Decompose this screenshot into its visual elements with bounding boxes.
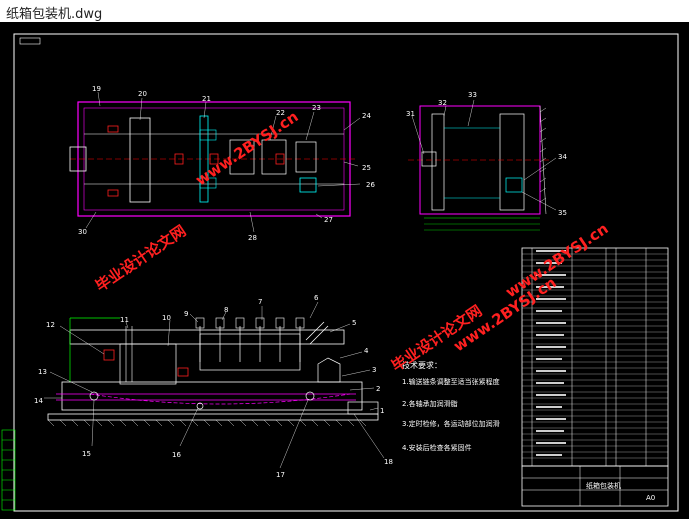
label-24: 24 [362,112,371,120]
left-strip-table [1,429,16,511]
label-15: 15 [82,450,91,458]
front-view-labels: 1 2 3 4 5 6 7 8 9 10 11 12 13 14 15 16 1… [34,294,393,479]
label-13: 13 [38,368,47,376]
label-21: 21 [202,95,211,103]
front-view [47,317,379,427]
note-3: 3.定时检修，各运动部位加润滑 [402,419,500,428]
label-9: 9 [184,310,188,318]
label-31: 31 [406,110,415,118]
technical-notes: 技术要求： 1.输送链条调整至适当张紧程度 2.各轴承加润滑脂 3.定时检修，各… [402,360,500,452]
label-17: 17 [276,471,285,479]
label-27: 27 [324,216,333,224]
label-34: 34 [558,153,567,161]
label-26: 26 [366,181,375,189]
label-23: 23 [312,104,321,112]
label-28: 28 [248,234,257,242]
watermark-cn-1: 毕业设计论文网 [92,222,189,296]
title-drawing-name: 纸箱包装机 [586,481,621,490]
label-12: 12 [46,321,55,329]
label-11: 11 [120,316,129,324]
label-14: 14 [34,397,43,405]
label-19: 19 [92,85,101,93]
watermarks: www.2BYSJ.cn 毕业设计论文网 www.2BYSJ.cn 毕业设计论文… [92,107,611,375]
label-25: 25 [362,164,371,172]
label-6: 6 [314,294,319,302]
side-view [408,105,550,231]
note-4: 4.安装后检查各紧固件 [402,443,472,452]
label-33: 33 [468,91,477,99]
label-30: 30 [78,228,87,236]
label-35: 35 [558,209,567,217]
label-16: 16 [172,451,181,459]
watermark-url-1: www.2BYSJ.cn [192,107,301,189]
cad-canvas[interactable]: 19 20 21 22 23 24 25 26 27 28 30 31 32 3… [0,22,689,519]
label-4: 4 [364,347,369,355]
cad-drawing[interactable]: 19 20 21 22 23 24 25 26 27 28 30 31 32 3… [0,22,689,519]
label-7: 7 [258,298,262,306]
title-scale: A0 [646,494,655,502]
note-1: 1.输送链条调整至适当张紧程度 [402,377,500,386]
window-title: 纸箱包装机.dwg [6,7,103,22]
note-2: 2.各轴承加润滑脂 [402,399,458,408]
window-title-bar: 纸箱包装机.dwg [0,0,689,22]
label-32: 32 [438,99,447,107]
label-5: 5 [352,319,356,327]
label-20: 20 [138,90,147,98]
top-view [69,101,356,217]
label-18: 18 [384,458,393,466]
label-1: 1 [380,407,384,415]
label-3: 3 [372,366,376,374]
label-10: 10 [162,314,171,322]
label-8: 8 [224,306,228,314]
corner-tag [19,37,41,45]
label-2: 2 [376,385,380,393]
title-block: 纸箱包装机 A0 [521,465,669,507]
